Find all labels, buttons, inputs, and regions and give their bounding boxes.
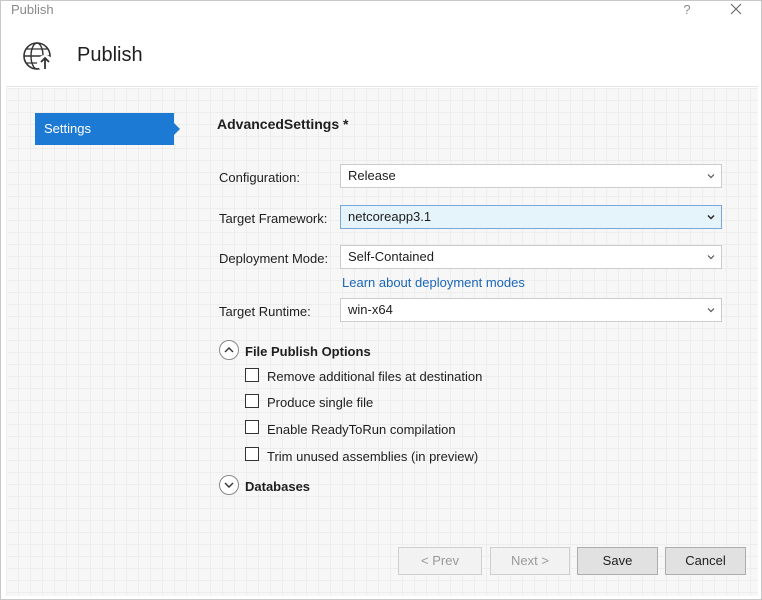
chevron-up-icon: [224, 347, 234, 353]
target-framework-label: Target Framework:: [219, 211, 328, 226]
target-runtime-label: Target Runtime:: [219, 304, 311, 319]
globe-upload-icon: [21, 39, 55, 73]
ready-to-run-label: Enable ReadyToRun compilation: [267, 422, 456, 437]
deployment-mode-dropdown[interactable]: Self-Contained: [340, 245, 722, 269]
single-file-label: Produce single file: [267, 395, 374, 410]
configuration-value: Release: [348, 168, 396, 183]
header-band: Publish: [6, 24, 758, 87]
single-file-checkbox[interactable]: [245, 394, 259, 408]
help-button[interactable]: ?: [679, 1, 695, 19]
close-icon[interactable]: [725, 1, 747, 19]
header-title: Publish: [77, 44, 143, 66]
file-publish-options-label: File Publish Options: [245, 344, 371, 359]
save-button[interactable]: Save: [577, 547, 658, 575]
databases-toggle[interactable]: [219, 475, 239, 495]
target-runtime-dropdown[interactable]: win-x64: [340, 298, 722, 322]
settings-body: Settings AdvancedSettings * Configuratio…: [6, 88, 758, 596]
target-framework-dropdown[interactable]: netcoreapp3.1: [340, 205, 722, 229]
remove-files-label: Remove additional files at destination: [267, 369, 483, 384]
deployment-modes-link[interactable]: Learn about deployment modes: [342, 275, 525, 290]
configuration-dropdown[interactable]: Release: [340, 164, 722, 188]
target-framework-value: netcoreapp3.1: [348, 209, 432, 224]
remove-files-checkbox[interactable]: [245, 368, 259, 382]
trim-assemblies-label: Trim unused assemblies (in preview): [267, 449, 479, 464]
configuration-label: Configuration:: [219, 170, 300, 185]
file-publish-options-toggle[interactable]: [219, 340, 239, 360]
title-bar: Publish ?: [1, 1, 761, 21]
window-title: Publish: [11, 2, 54, 17]
cancel-button[interactable]: Cancel: [665, 547, 746, 575]
target-runtime-value: win-x64: [348, 302, 393, 317]
chevron-down-icon: [707, 255, 715, 260]
trim-assemblies-checkbox[interactable]: [245, 447, 259, 461]
prev-button[interactable]: < Prev: [398, 547, 482, 575]
deployment-mode-value: Self-Contained: [348, 249, 434, 264]
databases-label: Databases: [245, 479, 311, 494]
ready-to-run-checkbox[interactable]: [245, 420, 259, 434]
chevron-down-icon: [707, 215, 715, 220]
chevron-down-icon: [707, 174, 715, 179]
next-button[interactable]: Next >: [490, 547, 570, 575]
nav-item-settings[interactable]: Settings: [35, 113, 180, 145]
deployment-mode-label: Deployment Mode:: [219, 251, 329, 266]
chevron-down-icon: [707, 308, 715, 313]
chevron-down-icon: [224, 482, 234, 488]
publish-dialog: Publish ? Publish Settings AdvancedSetti…: [0, 0, 762, 600]
section-title: AdvancedSettings *: [217, 116, 349, 132]
